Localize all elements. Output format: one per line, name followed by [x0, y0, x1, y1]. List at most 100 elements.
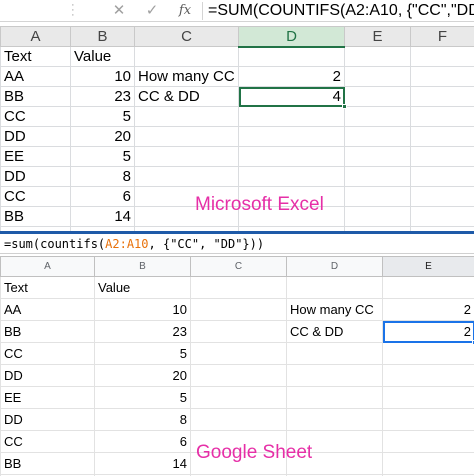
cell[interactable]: 8 [70, 166, 135, 187]
cell[interactable] [344, 166, 411, 187]
cell[interactable]: CC [0, 430, 95, 453]
cell[interactable] [410, 86, 474, 107]
cell[interactable] [344, 206, 411, 227]
cell[interactable] [190, 320, 287, 343]
cell[interactable] [286, 276, 383, 299]
cell[interactable] [410, 46, 474, 67]
gsheet-col-header-a[interactable]: A [0, 256, 95, 277]
cell[interactable]: 23 [94, 320, 191, 343]
cell[interactable] [344, 46, 411, 67]
excel-col-header-b[interactable]: B [70, 26, 135, 47]
excel-col-header-e[interactable]: E [344, 26, 411, 47]
cell[interactable]: 6 [70, 186, 135, 207]
insert-function-icon[interactable]: fx [174, 2, 196, 20]
cell[interactable] [382, 276, 474, 299]
cell[interactable]: Value [70, 46, 135, 67]
cell[interactable]: CC [0, 106, 71, 127]
cell[interactable]: BB [0, 86, 71, 107]
cell[interactable] [286, 342, 383, 365]
gsheet-col-header-b[interactable]: B [94, 256, 191, 277]
cell[interactable]: 10 [70, 66, 135, 87]
cell[interactable]: 5 [94, 386, 191, 409]
cell[interactable] [344, 186, 411, 207]
cell[interactable]: CC & DD [286, 320, 383, 343]
cell[interactable] [190, 342, 287, 365]
cell[interactable] [344, 146, 411, 167]
cell[interactable] [238, 166, 345, 187]
cell[interactable]: 2 [382, 298, 474, 321]
cell[interactable] [410, 166, 474, 187]
cell[interactable] [238, 106, 345, 127]
cell[interactable] [190, 408, 287, 431]
cell[interactable] [238, 46, 345, 67]
cell[interactable] [382, 364, 474, 387]
cell[interactable] [382, 386, 474, 409]
cell[interactable] [134, 166, 239, 187]
cell[interactable]: 5 [94, 342, 191, 365]
cell[interactable] [344, 86, 411, 107]
cell[interactable] [382, 408, 474, 431]
more-options-icon[interactable]: · · · [71, 0, 75, 21]
gsheet-col-header-c[interactable]: C [190, 256, 287, 277]
cell[interactable] [410, 186, 474, 207]
cell[interactable]: 14 [70, 206, 135, 227]
cell[interactable] [382, 342, 474, 365]
cell[interactable] [238, 146, 345, 167]
cell[interactable]: CC [0, 342, 95, 365]
cell[interactable] [286, 408, 383, 431]
cell[interactable] [286, 386, 383, 409]
cell[interactable]: EE [0, 386, 95, 409]
cell[interactable] [344, 126, 411, 147]
cell[interactable]: 8 [94, 408, 191, 431]
cell[interactable]: 23 [70, 86, 135, 107]
cell[interactable]: 20 [94, 364, 191, 387]
cell[interactable]: 20 [70, 126, 135, 147]
cell[interactable]: How many CC [134, 66, 239, 87]
cell[interactable] [134, 146, 239, 167]
excel-col-header-a[interactable]: A [0, 26, 71, 47]
cell[interactable]: DD [0, 364, 95, 387]
excel-formula-input[interactable]: =SUM(COUNTIFS(A2:A10, {"CC","DD"})) [208, 0, 474, 22]
excel-col-header-f[interactable]: F [410, 26, 474, 47]
cell[interactable]: 2 [238, 66, 345, 87]
cell[interactable]: 10 [94, 298, 191, 321]
cell[interactable]: DD [0, 166, 71, 187]
gsheet-formula-bar[interactable]: =sum(countifs(A2:A10, {"CC", "DD"})) [0, 234, 474, 254]
cell[interactable]: Text [0, 276, 95, 299]
cell[interactable] [190, 276, 287, 299]
cell[interactable] [382, 430, 474, 453]
excel-col-header-c[interactable]: C [134, 26, 239, 47]
cell[interactable] [410, 126, 474, 147]
cell[interactable]: 5 [70, 146, 135, 167]
cell[interactable] [410, 66, 474, 87]
cell[interactable]: DD [0, 126, 71, 147]
cell[interactable]: Value [94, 276, 191, 299]
cell[interactable] [134, 106, 239, 127]
cell[interactable] [134, 126, 239, 147]
cell[interactable]: Text [0, 46, 71, 67]
cell[interactable] [410, 206, 474, 227]
cell[interactable]: 5 [70, 106, 135, 127]
cell[interactable]: 6 [94, 430, 191, 453]
cell[interactable]: 14 [94, 452, 191, 475]
cell[interactable] [344, 66, 411, 87]
cell[interactable]: CC [0, 186, 71, 207]
cell[interactable]: DD [0, 408, 95, 431]
enter-icon[interactable]: ✓ [141, 2, 163, 20]
excel-selected-cell[interactable]: 4 [238, 86, 347, 109]
cell[interactable] [286, 364, 383, 387]
gsheet-col-header-e[interactable]: E [382, 256, 474, 277]
cell[interactable] [190, 298, 287, 321]
cell[interactable]: BB [0, 320, 95, 343]
cell[interactable] [134, 46, 239, 67]
cell[interactable] [190, 364, 287, 387]
cell[interactable] [410, 146, 474, 167]
gsheet-col-header-d[interactable]: D [286, 256, 383, 277]
cell[interactable]: BB [0, 206, 71, 227]
cancel-icon[interactable]: ✕ [108, 2, 130, 20]
cell[interactable]: EE [0, 146, 71, 167]
cell[interactable]: BB [0, 452, 95, 475]
fill-handle[interactable] [342, 104, 347, 109]
cell[interactable]: AA [0, 66, 71, 87]
cell[interactable] [410, 106, 474, 127]
